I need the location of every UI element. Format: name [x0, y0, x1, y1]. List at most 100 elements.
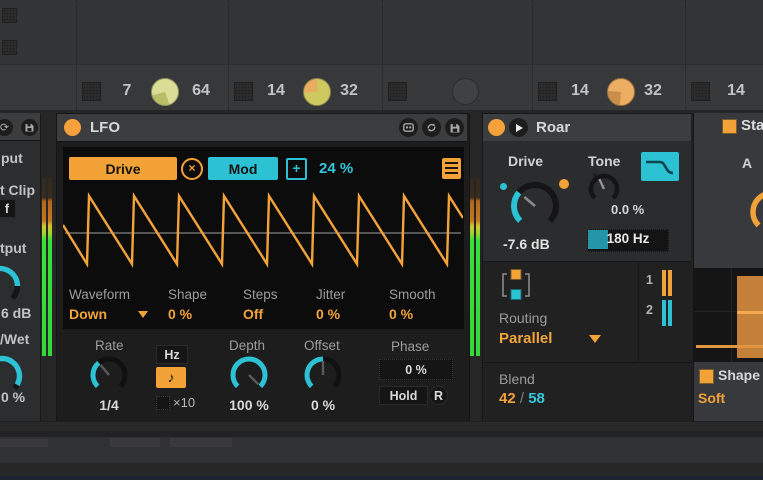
- rate-label: Rate: [95, 338, 124, 353]
- retrigger-button[interactable]: R: [429, 386, 448, 405]
- loop-length: 32: [331, 82, 367, 100]
- blend-b: 58: [528, 390, 545, 407]
- depth-value[interactable]: 100 %: [225, 397, 273, 413]
- stage2-label: 2: [646, 303, 653, 317]
- device-activator[interactable]: [488, 119, 505, 136]
- waveform-value[interactable]: Down: [69, 306, 107, 322]
- stage-checkbox[interactable]: [722, 119, 737, 134]
- status-bar-lower: [0, 463, 763, 476]
- mod-amount-value[interactable]: 24 %: [319, 160, 353, 177]
- shape-checkbox[interactable]: [699, 369, 714, 384]
- track-separator: [685, 0, 686, 110]
- phase-label: Phase: [391, 339, 429, 354]
- rate-sync-button[interactable]: ♪: [156, 367, 186, 388]
- track-stop-button[interactable]: [234, 82, 253, 101]
- offset-value[interactable]: 0 %: [301, 397, 345, 413]
- stage-panel: Sta A Shape Soft: [694, 113, 763, 421]
- left-device: ⟳ put t Clip f tput 6 dB /Wet 0 %: [0, 113, 41, 421]
- track-stop-button[interactable]: [538, 82, 557, 101]
- save-preset-icon[interactable]: [445, 118, 464, 137]
- filter-type-icon[interactable]: [641, 152, 679, 181]
- shape-value[interactable]: Soft: [698, 390, 725, 406]
- mod-source-button[interactable]: Mod: [208, 157, 278, 180]
- shape-value[interactable]: 0 %: [168, 306, 192, 322]
- exclude-target-icon[interactable]: ×: [181, 158, 203, 180]
- stage2-meter[interactable]: [662, 300, 672, 326]
- window-bottom-edge: [0, 476, 763, 480]
- loop-count: 14: [562, 82, 598, 100]
- dry-wet-value[interactable]: 0 %: [1, 389, 25, 405]
- rate-knob[interactable]: [87, 353, 131, 397]
- hold-button[interactable]: Hold: [379, 386, 428, 405]
- clip-stop-button[interactable]: [2, 40, 17, 55]
- lfo-waveform-display[interactable]: [63, 187, 463, 279]
- ableton-live-window: 7 64 14 32 14 32 14 ⟳ put t Clip f tput …: [0, 0, 763, 480]
- amount-knob[interactable]: [746, 186, 763, 238]
- phase-value-field[interactable]: 0 %: [379, 359, 453, 380]
- routing-label: Routing: [499, 310, 547, 326]
- clip-stop-button[interactable]: [2, 8, 17, 23]
- shape-label: Shape: [718, 367, 760, 383]
- rate-hz-button[interactable]: Hz: [156, 345, 188, 364]
- loop-count: 7: [112, 82, 142, 100]
- clip-progress-pie: [151, 78, 179, 106]
- clip-progress-pie-empty: [452, 78, 479, 105]
- track-separator: [532, 0, 533, 110]
- drive-knob[interactable]: [505, 176, 565, 236]
- track-separator: [76, 0, 77, 110]
- mod-source-dot: [500, 183, 507, 190]
- tone-label: Tone: [588, 153, 620, 169]
- blend-value[interactable]: 42 / 58: [499, 390, 545, 407]
- output-gain-value[interactable]: 6 dB: [1, 305, 31, 321]
- output-meter: [470, 178, 481, 356]
- offset-knob[interactable]: [301, 353, 345, 397]
- routing-dropdown-icon[interactable]: [589, 335, 601, 343]
- add-target-icon[interactable]: +: [286, 158, 307, 180]
- track-stop-button[interactable]: [691, 82, 710, 101]
- roar-title: Roar: [536, 119, 570, 136]
- routing-value[interactable]: Parallel: [499, 330, 552, 347]
- stage1-label: 1: [646, 273, 653, 287]
- mod-target-button[interactable]: Drive: [69, 157, 177, 180]
- amount-label: A: [742, 155, 752, 171]
- tone-value[interactable]: 0.0 %: [611, 202, 644, 217]
- shape-label: Shape: [168, 287, 207, 302]
- routing-parallel-icon: [497, 266, 535, 304]
- save-preset-icon[interactable]: [21, 119, 38, 136]
- loop-count: 14: [718, 82, 754, 100]
- loop-count: 14: [258, 82, 294, 100]
- target-list-icon[interactable]: [442, 158, 461, 179]
- hot-swap-icon[interactable]: [422, 118, 441, 137]
- track-stop-button[interactable]: [388, 82, 407, 101]
- roar-device: Roar Drive Tone -7.6 dB 0.0 % 180 Hz: [482, 113, 694, 423]
- depth-knob[interactable]: [227, 353, 271, 397]
- loop-length: 64: [183, 82, 219, 100]
- steps-value[interactable]: Off: [243, 306, 263, 322]
- smooth-label: Smooth: [389, 287, 436, 302]
- stage1-meter[interactable]: [662, 270, 672, 296]
- lfo-title: LFO: [90, 119, 120, 136]
- waveform-dropdown-icon[interactable]: [138, 311, 148, 318]
- stage-header: Sta: [741, 117, 763, 134]
- smooth-value[interactable]: 0 %: [389, 306, 413, 322]
- rate-value[interactable]: 1/4: [87, 397, 131, 413]
- blend-label: Blend: [499, 371, 535, 387]
- soft-clip-toggle[interactable]: f: [0, 199, 16, 218]
- map-mode-icon[interactable]: [399, 118, 418, 137]
- blend-separator: /: [520, 390, 524, 407]
- shaper-display[interactable]: [694, 268, 763, 362]
- x10-checkbox[interactable]: [156, 396, 170, 410]
- jitter-value[interactable]: 0 %: [316, 306, 340, 322]
- output-section-label: tput: [0, 240, 26, 256]
- drive-label: Drive: [508, 153, 543, 169]
- track-stop-button[interactable]: [82, 82, 101, 101]
- drive-value[interactable]: -7.6 dB: [503, 236, 550, 252]
- soft-clip-label: t Clip: [0, 182, 35, 198]
- track-separator: [382, 0, 383, 110]
- jitter-label: Jitter: [316, 287, 345, 302]
- device-activator[interactable]: [64, 119, 81, 136]
- filter-freq-slider[interactable]: 180 Hz: [587, 229, 669, 252]
- play-icon[interactable]: [509, 118, 528, 137]
- output-knob[interactable]: [0, 262, 24, 310]
- status-bar: [0, 437, 763, 463]
